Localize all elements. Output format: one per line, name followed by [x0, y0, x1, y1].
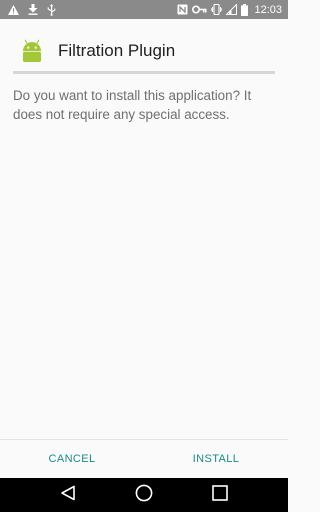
button-bar-divider — [0, 439, 288, 440]
nfc-icon — [177, 4, 188, 15]
recents-icon — [212, 484, 228, 506]
vpn-key-icon — [192, 5, 207, 14]
back-button[interactable] — [44, 478, 92, 512]
status-bar: 12:03 — [0, 0, 288, 19]
status-clock: 12:03 — [254, 3, 282, 16]
install-header: Filtration Plugin — [0, 19, 288, 81]
vibrate-icon — [211, 4, 223, 15]
install-button[interactable]: INSTALL — [156, 441, 276, 477]
status-system-icons: 12:03 — [177, 3, 282, 16]
header-divider — [13, 71, 275, 74]
home-button[interactable] — [120, 478, 168, 512]
usb-icon — [47, 3, 56, 16]
cancel-button[interactable]: CANCEL — [12, 441, 132, 477]
home-icon — [135, 484, 153, 507]
back-icon — [60, 485, 76, 506]
navigation-bar — [0, 478, 288, 512]
warning-icon — [8, 4, 19, 15]
install-message: Do you want to install this application?… — [13, 88, 252, 122]
download-icon — [28, 4, 38, 15]
android-icon — [20, 39, 44, 63]
recents-button[interactable] — [196, 478, 244, 512]
app-title: Filtration Plugin — [58, 41, 176, 60]
status-notification-icons — [8, 3, 56, 16]
battery-icon — [241, 3, 249, 16]
signal-icon — [226, 4, 238, 15]
